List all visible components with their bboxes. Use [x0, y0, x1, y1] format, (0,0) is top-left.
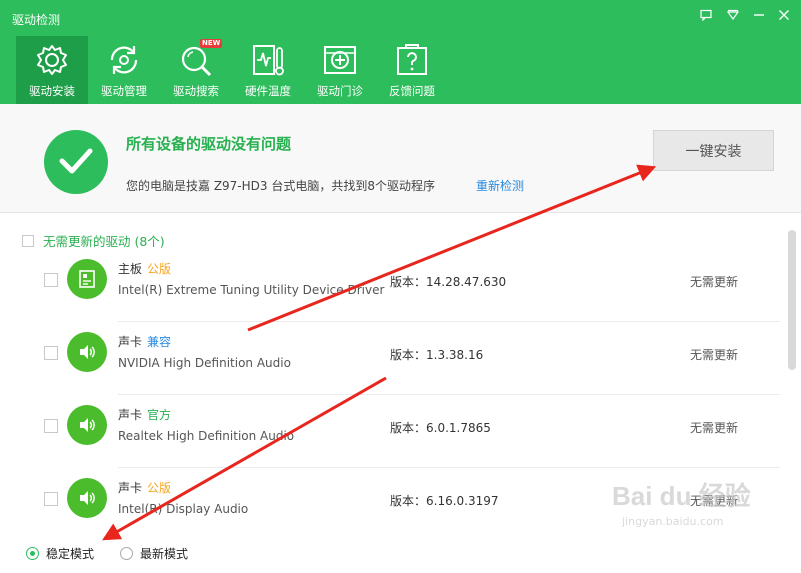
arrow-to-stable-mode: [102, 376, 387, 541]
driver-detect-window: 驱动检测 驱动安装 驱动管理 NEW 驱动搜索 硬件温度 驱动门诊 反馈问题 所…: [0, 0, 801, 573]
annotation-arrows: [102, 164, 657, 541]
arrow-to-install-button: [247, 164, 657, 332]
